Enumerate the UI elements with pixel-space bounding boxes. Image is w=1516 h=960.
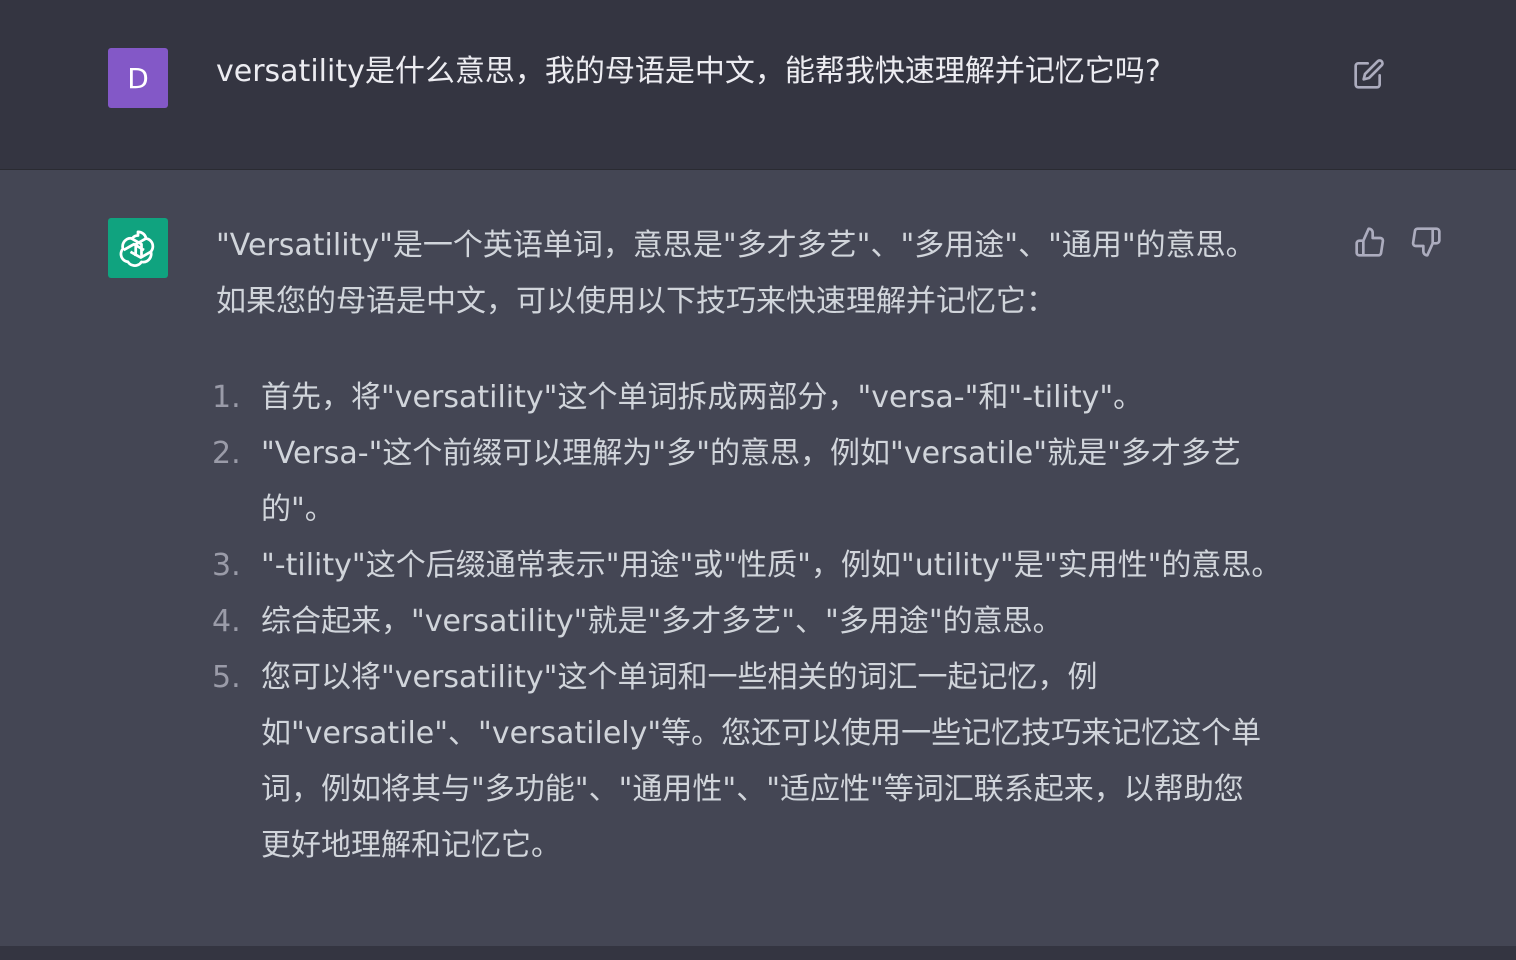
assistant-intro: "Versatility"是一个英语单词，意思是"多才多艺"、"多用途"、"通用… [216, 218, 1326, 330]
list-item-line: 首先，将"versatility"这个单词拆成两部分，"versa-"和"-ti… [261, 380, 1144, 415]
list-item-line: 综合起来，"versatility"就是"多才多艺"、"多用途"的意思。 [261, 604, 1063, 639]
assistant-message-content: "Versatility"是一个英语单词，意思是"多才多艺"、"多用途"、"通用… [212, 218, 1326, 874]
user-avatar: D [108, 48, 168, 108]
list-item-line: 的"。 [261, 492, 335, 527]
list-item-number: 5. [212, 660, 241, 695]
list-item: 4. 综合起来，"versatility"就是"多才多艺"、"多用途"的意思。 [212, 594, 1326, 650]
list-item-number: 3. [212, 548, 241, 583]
list-item-line: 词，例如将其与"多功能"、"通用性"、"适应性"等词汇联系起来，以帮助您 [261, 772, 1244, 807]
list-item: 3. "-tility"这个后缀通常表示"用途"或"性质"，例如"utility… [212, 538, 1326, 594]
list-item-line: 如"versatile"、"versatilely"等。您还可以使用一些记忆技巧… [261, 716, 1262, 751]
intro-line: "Versatility"是一个英语单词，意思是"多才多艺"、"多用途"、"通用… [216, 228, 1256, 263]
list-item-line: "-tility"这个后缀通常表示"用途"或"性质"，例如"utility"是"… [261, 548, 1282, 583]
intro-line: 如果您的母语是中文，可以使用以下技巧来快速理解并记忆它： [216, 284, 1056, 319]
list-item-text: "-tility"这个后缀通常表示"用途"或"性质"，例如"utility"是"… [261, 538, 1326, 594]
list-item-line: "Versa-"这个前缀可以理解为"多"的意思，例如"versatile"就是"… [261, 436, 1241, 471]
list-item: 2. "Versa-"这个前缀可以理解为"多"的意思，例如"versatile"… [212, 426, 1326, 538]
openai-logo-icon [119, 230, 155, 267]
list-item-line: 更好地理解和记忆它。 [261, 828, 561, 863]
list-item-text: 您可以将"versatility"这个单词和一些相关的词汇一起记忆，例 如"ve… [261, 650, 1326, 874]
chat-thread: D versatility是什么意思，我的母语是中文，能帮我快速理解并记忆它吗?… [0, 0, 1516, 960]
edit-icon [1354, 59, 1384, 89]
thumbs-up-button[interactable] [1350, 222, 1390, 262]
steps-list: 1. 首先，将"versatility"这个单词拆成两部分，"versa-"和"… [212, 370, 1326, 874]
list-item-text: "Versa-"这个前缀可以理解为"多"的意思，例如"versatile"就是"… [261, 426, 1326, 538]
edit-message-button[interactable] [1350, 55, 1388, 93]
bottom-area [0, 946, 1516, 960]
list-item-number: 4. [212, 604, 241, 639]
list-item-line: 您可以将"versatility"这个单词和一些相关的词汇一起记忆，例 [261, 660, 1098, 695]
list-item: 1. 首先，将"versatility"这个单词拆成两部分，"versa-"和"… [212, 370, 1326, 426]
thumbs-down-icon [1411, 227, 1441, 257]
list-item: 5. 您可以将"versatility"这个单词和一些相关的词汇一起记忆，例 如… [212, 650, 1326, 874]
assistant-message: "Versatility"是一个英语单词，意思是"多才多艺"、"多用途"、"通用… [0, 170, 1516, 946]
assistant-avatar [108, 218, 168, 278]
list-item-number: 1. [212, 380, 241, 415]
user-message-text: versatility是什么意思，我的母语是中文，能帮我快速理解并记忆它吗? [216, 54, 1161, 89]
list-item-text: 首先，将"versatility"这个单词拆成两部分，"versa-"和"-ti… [261, 370, 1326, 426]
thumbs-down-button[interactable] [1406, 222, 1446, 262]
thumbs-up-icon [1355, 227, 1385, 257]
list-item-number: 2. [212, 436, 241, 471]
list-item-text: 综合起来，"versatility"就是"多才多艺"、"多用途"的意思。 [261, 594, 1326, 650]
user-message: D versatility是什么意思，我的母语是中文，能帮我快速理解并记忆它吗? [0, 0, 1516, 170]
